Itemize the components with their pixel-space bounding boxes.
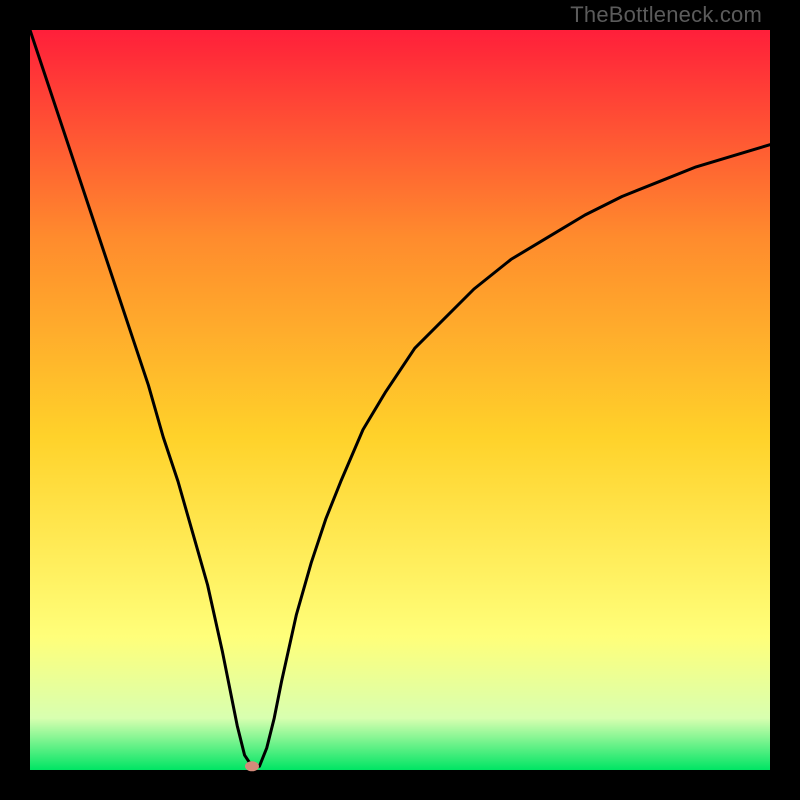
- gradient-background: [30, 30, 770, 770]
- watermark-text: TheBottleneck.com: [570, 2, 762, 28]
- chart-svg: [0, 0, 800, 800]
- chart-container: { "watermark": "TheBottleneck.com", "col…: [0, 0, 800, 800]
- minimum-marker: [245, 761, 259, 771]
